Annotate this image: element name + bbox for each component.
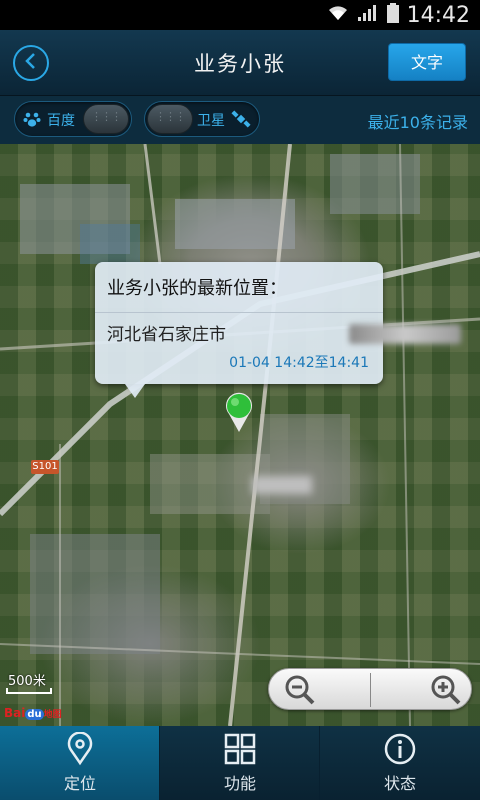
location-pin-icon: [63, 731, 97, 766]
zoom-in-button[interactable]: [429, 673, 463, 707]
baidu-logo: Bai du 地图: [4, 706, 62, 720]
satellite-icon: [231, 110, 251, 132]
nav-functions[interactable]: 功能: [160, 726, 320, 800]
logo-text-right: 地图: [43, 710, 62, 720]
bubble-divider: [95, 312, 383, 313]
baidu-map-toggle[interactable]: 百度: [14, 101, 132, 137]
magnifier-minus-icon: [283, 675, 317, 711]
toggle-knob[interactable]: [83, 104, 129, 134]
redacted-address: [349, 324, 461, 344]
zoom-divider: [370, 673, 371, 707]
nav-label: 功能: [223, 774, 256, 793]
battery-icon: [386, 3, 399, 27]
toggle-knob[interactable]: [147, 104, 193, 134]
map-scale-bar: [6, 688, 52, 694]
satellite-toggle[interactable]: 卫星: [144, 101, 260, 137]
info-icon: [383, 732, 417, 766]
map-roads: [0, 144, 480, 726]
satellite-label: 卫星: [197, 113, 225, 129]
map-toggle-bar: 百度 卫星 最近10条记录: [0, 96, 480, 144]
recent-records-link[interactable]: 最近10条记录: [368, 109, 468, 133]
nav-label: 状态: [383, 774, 416, 793]
magnifier-plus-icon: [429, 675, 463, 711]
zoom-control: [268, 668, 472, 710]
logo-text-left: Bai: [4, 706, 26, 720]
nav-locate[interactable]: 定位: [0, 726, 160, 800]
map-view[interactable]: S101 业务小张的最新位置： 河北省石家庄市 01-04 14:42至14:4…: [0, 144, 480, 726]
road-sign-badge: S101: [31, 460, 59, 474]
nav-status[interactable]: 状态: [320, 726, 480, 800]
baidu-label: 百度: [47, 113, 75, 129]
bottom-nav: 定位 功能 状态: [0, 726, 480, 800]
signal-icon: [357, 4, 379, 26]
wifi-icon: [327, 4, 349, 26]
bubble-title: 业务小张的最新位置：: [107, 278, 287, 299]
logo-text-du: du: [25, 709, 44, 720]
location-info-bubble[interactable]: 业务小张的最新位置： 河北省石家庄市 01-04 14:42至14:41: [95, 262, 461, 398]
grid-icon: [223, 732, 257, 766]
app-header: 业务小张 文字: [0, 30, 480, 96]
bubble-address: 河北省石家庄市: [107, 325, 226, 345]
map-scale-label: 500米: [8, 674, 46, 689]
clock: 14:42: [406, 2, 470, 28]
nav-label: 定位: [63, 774, 96, 793]
zoom-out-button[interactable]: [283, 673, 317, 707]
bubble-tail: [125, 384, 145, 398]
bubble-time-range: 01-04 14:42至14:41: [229, 355, 369, 371]
status-bar: 14:42: [0, 0, 480, 30]
paw-icon: [23, 110, 41, 132]
text-view-button[interactable]: 文字: [388, 43, 466, 81]
redacted-map-label: [252, 476, 312, 494]
location-pin-icon[interactable]: [224, 392, 254, 434]
